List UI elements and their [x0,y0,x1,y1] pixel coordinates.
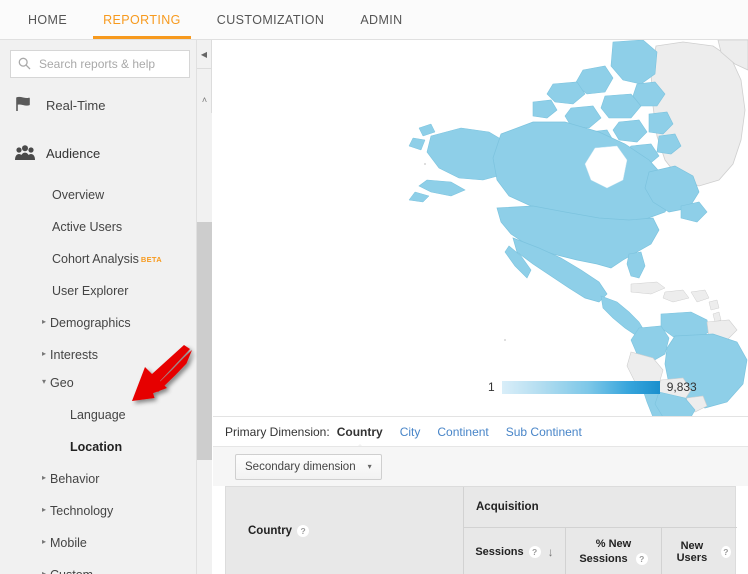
sidebar-item-label: Demographics [50,316,131,330]
sidebar-item-label: Mobile [50,536,87,550]
table-header-new-users[interactable]: New Users ? [661,528,737,574]
sidebar-item-label: Geo [50,376,74,390]
beta-badge: BETA [140,254,162,264]
geo-map-panel[interactable]: 1 9,833 [213,40,748,417]
dimension-option-country[interactable]: Country [337,425,383,449]
chevron-right-icon: ▸ [42,569,47,574]
sidebar-scrollbar-thumb[interactable] [197,222,212,460]
sidebar-item-real-time[interactable]: Real-Time [0,88,196,122]
legend-max-value: 9,833 [666,380,697,394]
help-icon[interactable]: ? [297,525,310,537]
sidebar-item-label: Technology [50,504,114,518]
sidebar-nav-list: Real-Time Audience Overview Active Users… [0,40,196,574]
table-header-percent-new-sessions[interactable]: % New Sessions ? [565,528,661,574]
main-content: 1 9,833 Primary Dimension: Country City … [213,40,748,574]
clock-icon [14,96,34,114]
sidebar-group-label: Audience [46,145,101,161]
primary-dimension-label: Primary Dimension: [225,425,330,439]
nav-item-label: CUSTOMIZATION [216,12,325,27]
help-icon[interactable]: ? [528,545,541,558]
sidebar-item-label: Language [70,408,126,422]
sidebar-collapse-button[interactable]: ◀ [197,41,212,69]
data-table: Country ? Acquisition Sessions ? ↓ % New… [213,486,748,574]
column-label: New Users [676,539,708,564]
world-map[interactable] [213,40,748,417]
nav-item-admin[interactable]: ADMIN [342,0,420,39]
sidebar-item-label: Behavior [50,472,100,486]
search-icon [18,57,31,70]
top-navigation: HOME REPORTING CUSTOMIZATION ADMIN [0,0,748,40]
nav-item-home[interactable]: HOME [10,0,85,39]
sidebar-item-active-users[interactable]: Active Users [0,211,196,243]
sidebar-item-geo[interactable]: ▾ Geo [0,367,196,399]
sidebar-item-label: Real-Time [46,97,106,113]
audience-people-icon [14,144,36,162]
table-header-sessions[interactable]: Sessions ? ↓ [463,528,565,574]
legend-min-value: 1 [488,380,495,394]
scroll-up-button[interactable]: ˄ [197,95,212,113]
sidebar-item-overview[interactable]: Overview [0,179,196,211]
table-header-row: Country ? Acquisition Sessions ? ↓ % New… [225,486,737,574]
help-icon[interactable]: ? [635,552,648,565]
secondary-dimension-button[interactable]: Secondary dimension ▾ [235,453,382,480]
sidebar-item-label: Cohort Analysis [52,252,139,266]
sidebar-item-label: Interests [50,348,98,362]
table-toolbar: Secondary dimension ▾ [213,446,748,486]
sidebar-item-location[interactable]: Location [0,431,196,463]
caret-left-icon: ◀ [200,50,208,59]
sidebar-item-technology[interactable]: ▸ Technology [0,495,196,527]
nav-item-label: REPORTING [103,12,181,27]
primary-dimension-bar: Primary Dimension: Country City Continen… [213,418,748,449]
search-input[interactable] [37,56,185,72]
sidebar-item-label: Active Users [52,220,123,234]
sidebar-item-label: User Explorer [52,284,129,298]
chevron-right-icon: ▸ [42,317,47,326]
nav-item-customization[interactable]: CUSTOMIZATION [199,0,343,39]
search-box[interactable] [10,50,190,78]
sidebar-item-user-explorer[interactable]: User Explorer [0,275,196,307]
chevron-right-icon: ▸ [42,473,47,482]
sidebar-item-label: Location [70,440,123,454]
table-header-group-acquisition: Acquisition [463,487,737,528]
column-label: % New Sessions [579,537,632,565]
sidebar-item-mobile[interactable]: ▸ Mobile [0,527,196,559]
chevron-right-icon: ▸ [42,349,47,358]
sidebar-item-label: Overview [52,188,105,202]
group-label: Acquisition [476,501,539,513]
sidebar-item-behavior[interactable]: ▸ Behavior [0,463,196,495]
nav-item-reporting[interactable]: REPORTING [85,0,199,39]
sort-descending-icon[interactable]: ↓ [548,545,554,559]
nav-item-label: HOME [28,12,68,27]
secondary-dimension-label: Secondary dimension [245,460,356,473]
search-container [0,40,196,90]
column-label: Sessions [475,545,524,558]
map-legend: 1 9,833 [488,380,697,394]
column-label: Country [248,525,293,537]
sidebar-item-demographics[interactable]: ▸ Demographics [0,307,196,339]
sidebar-scrollbar-track[interactable] [197,113,212,574]
sidebar-item-label: Custom [50,568,93,574]
table-header-country[interactable]: Country ? [226,487,463,574]
chevron-down-icon: ▾ [367,462,372,471]
sidebar-item-custom[interactable]: ▸Custom [0,559,196,574]
dimension-option-sub-continent[interactable]: Sub Continent [506,425,582,439]
dimension-option-city[interactable]: City [400,425,421,439]
map-speck [504,339,506,341]
dimension-option-continent[interactable]: Continent [437,425,488,439]
sidebar-item-language[interactable]: Language [0,399,196,431]
help-icon[interactable]: ? [720,545,731,558]
map-speck [424,163,426,165]
sidebar-item-cohort-analysis[interactable]: Cohort Analysis BETA [0,243,196,275]
analytics-app: HOME REPORTING CUSTOMIZATION ADMIN Real-… [0,0,748,574]
chevron-right-icon: ▸ [42,537,47,546]
chevron-right-icon: ▸ [42,505,47,514]
sidebar: Real-Time Audience Overview Active Users… [0,40,197,574]
nav-item-label: ADMIN [360,12,403,27]
chevron-up-icon: ˄ [201,95,208,105]
legend-gradient-bar [501,380,660,394]
sidebar-group-audience[interactable]: Audience [0,136,196,170]
chevron-down-icon: ▾ [42,377,47,386]
